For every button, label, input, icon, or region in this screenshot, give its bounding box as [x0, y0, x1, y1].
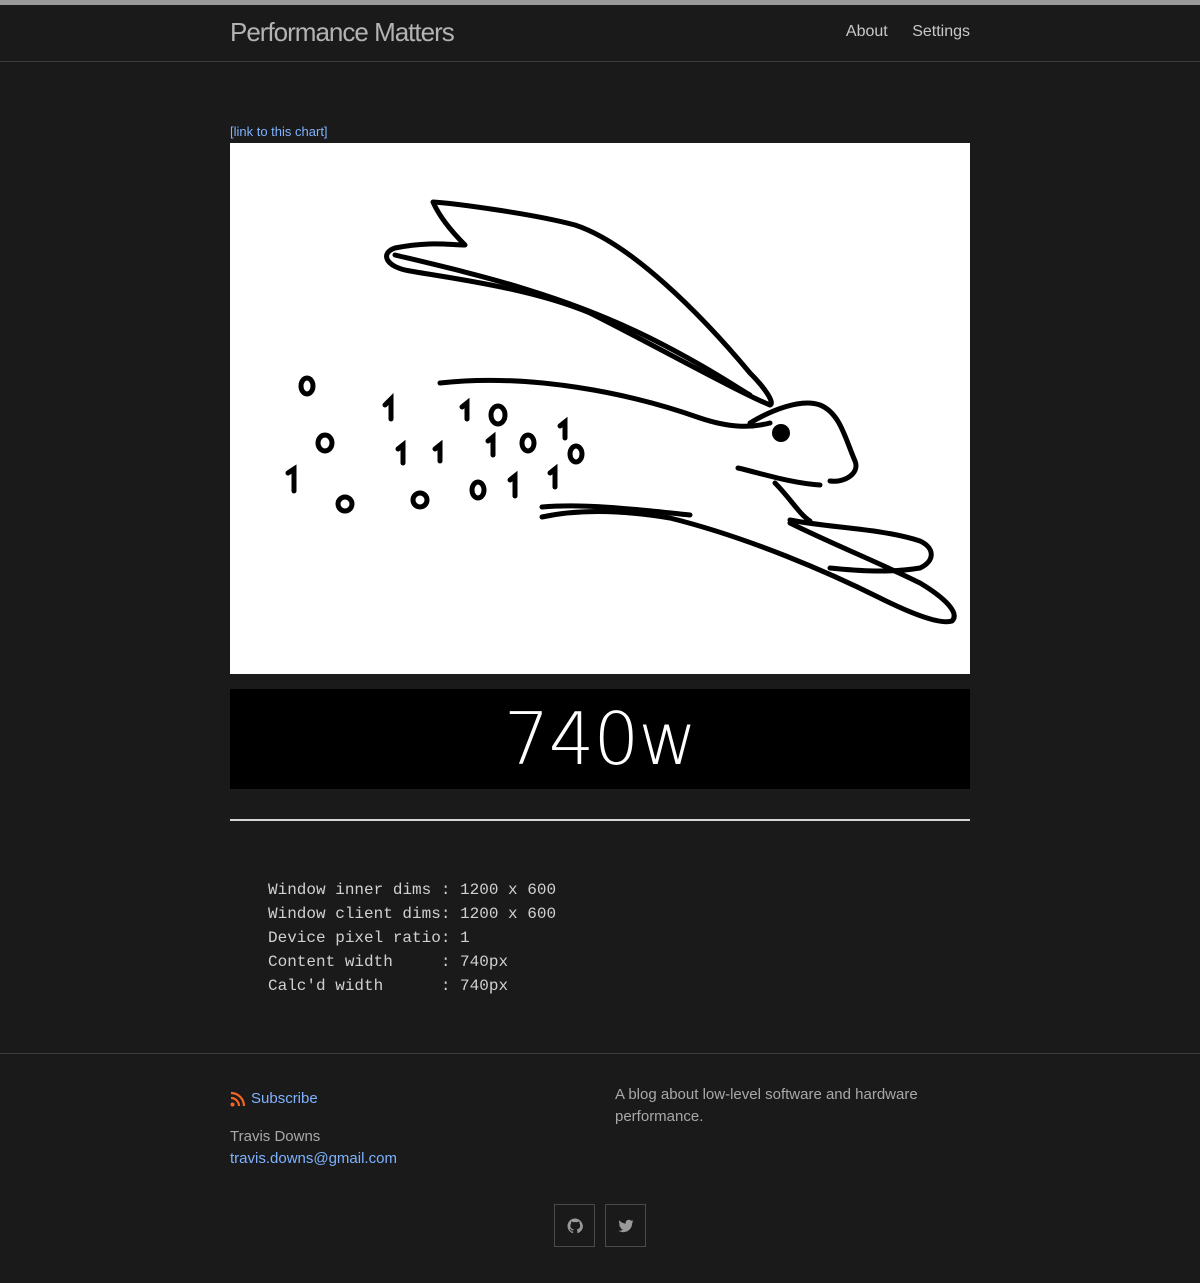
- section-divider: [230, 819, 970, 821]
- site-footer: Subscribe Travis Downs travis.downs@gmai…: [0, 1053, 1200, 1283]
- twitter-icon: [618, 1219, 633, 1232]
- twitter-link[interactable]: [605, 1204, 646, 1247]
- dims-line: Window client dims: 1200 x 600: [268, 905, 557, 923]
- subscribe-link[interactable]: Subscribe: [230, 1088, 600, 1110]
- dims-line: Calc'd width : 740px: [268, 977, 509, 995]
- footer-contact-column: Subscribe Travis Downs travis.downs@gmai…: [230, 1088, 600, 1170]
- author-email-link[interactable]: travis.downs@gmail.com: [230, 1150, 397, 1167]
- dims-line: Device pixel ratio: 1: [268, 929, 470, 947]
- nav-about-link[interactable]: About: [846, 23, 888, 40]
- width-indicator-banner: 740w: [230, 689, 970, 789]
- github-icon: [567, 1218, 583, 1233]
- social-links: [554, 1204, 656, 1247]
- viewport-dimensions-readout: Window inner dims : 1200 x 600 Window cli…: [268, 878, 970, 998]
- nav-settings-link[interactable]: Settings: [912, 23, 970, 40]
- subscribe-label: Subscribe: [251, 1090, 318, 1107]
- site-title-link[interactable]: Performance Matters: [230, 17, 455, 47]
- github-link[interactable]: [554, 1204, 595, 1247]
- chart-permalink[interactable]: [link to this chart]: [230, 124, 970, 140]
- site-description: A blog about low-level software and hard…: [615, 1086, 918, 1125]
- dims-line: Content width : 740px: [268, 953, 509, 971]
- rss-icon: [230, 1091, 246, 1107]
- rabbit-illustration: [230, 143, 970, 674]
- site-nav: About Settings: [826, 22, 970, 42]
- site-header: Performance Matters About Settings: [0, 5, 1200, 62]
- dims-line: Window inner dims : 1200 x 600: [268, 881, 557, 899]
- author-name: Travis Downs: [230, 1128, 321, 1145]
- main-content: [link to this chart] 740w Window inner d…: [0, 62, 1200, 998]
